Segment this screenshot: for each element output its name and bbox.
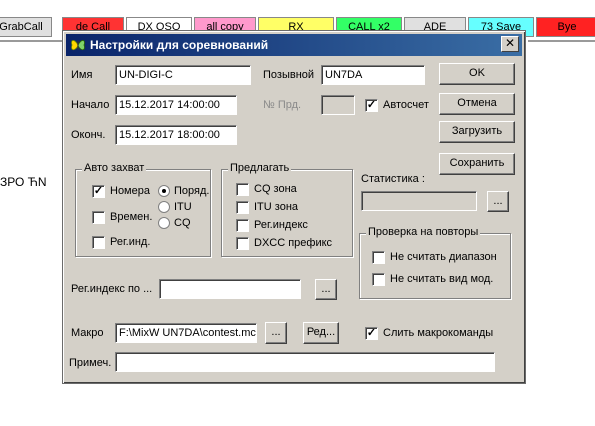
cq-radio[interactable] [158, 217, 170, 229]
divider [528, 40, 595, 42]
note-label: Примеч. [69, 357, 112, 369]
itu-zone-checkbox[interactable] [236, 201, 249, 214]
macro-edit-button[interactable]: Ред... [303, 322, 339, 344]
name-label: Имя [71, 69, 93, 81]
start-input[interactable]: 15.12.2017 14:00:00 [115, 95, 237, 115]
times-label: Времен. [110, 211, 153, 223]
title-bar[interactable]: Настройки для соревнований ✕ [66, 34, 522, 56]
repeats-title: Проверка на повторы [366, 226, 481, 238]
ignore-mode-checkbox[interactable] [372, 273, 385, 286]
save-button[interactable]: Сохранить [439, 153, 515, 175]
butterfly-icon [71, 40, 85, 51]
autocount-checkbox[interactable]: ✓ [365, 99, 378, 112]
numbers-label: Номера [110, 185, 150, 197]
callsign-input[interactable]: UN7DA [321, 65, 425, 85]
macro-label: Макро [71, 327, 104, 339]
autocapture-title: Авто захват [82, 162, 147, 174]
number-input[interactable] [321, 95, 355, 115]
callsign-label: Позывной [263, 69, 315, 81]
order-radio[interactable] [158, 185, 170, 197]
start-label: Начало [71, 99, 110, 111]
regindex-by-label: Рег.индекс по ... [71, 283, 153, 295]
statistics-input[interactable] [361, 191, 477, 211]
itu-radio[interactable] [158, 201, 170, 213]
end-label: Оконч. [71, 129, 106, 141]
statistics-label: Статистика : [361, 173, 425, 185]
regind-label: Рег.инд. [110, 236, 151, 248]
cancel-button[interactable]: Отмена [439, 93, 515, 115]
regind-checkbox[interactable] [92, 236, 105, 249]
dxcc-prefix-checkbox[interactable] [236, 237, 249, 250]
suggest-title: Предлагать [228, 162, 292, 174]
repeats-group: Проверка на повторы Не считать диапазон … [359, 226, 511, 299]
autocount-label: Автосчет [383, 99, 429, 111]
name-input[interactable]: UN-DIGI-C [115, 65, 251, 85]
note-input[interactable] [115, 352, 495, 372]
number-label: № Прд. [263, 99, 302, 111]
load-button[interactable]: Загрузить [439, 121, 515, 143]
reg-index-checkbox[interactable] [236, 219, 249, 232]
ignore-mode-label: Не считать вид мод. [390, 273, 494, 285]
background-text: ЗРО ЋN [0, 175, 47, 189]
close-button[interactable]: ✕ [501, 36, 519, 52]
ignore-band-label: Не считать диапазон [390, 251, 497, 263]
toolbar-button-grabcall[interactable]: GrabCall [0, 17, 52, 37]
ignore-band-checkbox[interactable] [372, 251, 385, 264]
suggest-group: Предлагать CQ зона ITU зона Рег.индекс D… [221, 162, 353, 257]
merge-macros-label: Слить макрокоманды [383, 327, 494, 339]
itu-zone-label: ITU зона [254, 201, 299, 213]
statistics-browse-button[interactable]: ... [487, 191, 509, 212]
cq-zone-label: CQ зона [254, 183, 297, 195]
dxcc-prefix-label: DXCC префикс [254, 237, 333, 249]
numbers-checkbox[interactable]: ✓ [92, 185, 105, 198]
ok-button[interactable]: OK [439, 63, 515, 85]
toolbar-button-bye[interactable]: Bye [536, 17, 595, 37]
order-label: Поряд. [174, 185, 210, 197]
cq-label: CQ [174, 217, 191, 229]
dialog-title: Настройки для соревнований [90, 38, 269, 52]
times-checkbox[interactable] [92, 211, 105, 224]
merge-macros-checkbox[interactable]: ✓ [365, 327, 378, 340]
macro-input[interactable]: F:\MixW UN7DA\contest.mc [115, 323, 257, 343]
cq-zone-checkbox[interactable] [236, 183, 249, 196]
itu-label: ITU [174, 201, 192, 213]
autocapture-group: Авто захват ✓ Номера Времен. Рег.инд. По… [75, 162, 211, 257]
contest-settings-dialog: Настройки для соревнований ✕ Имя UN-DIGI… [62, 30, 526, 384]
macro-browse-button[interactable]: ... [265, 322, 287, 344]
regindex-by-input[interactable] [159, 279, 301, 299]
divider [0, 40, 68, 42]
end-input[interactable]: 15.12.2017 18:00:00 [115, 125, 237, 145]
regindex-browse-button[interactable]: ... [315, 279, 337, 300]
reg-index-label: Рег.индекс [254, 219, 308, 231]
